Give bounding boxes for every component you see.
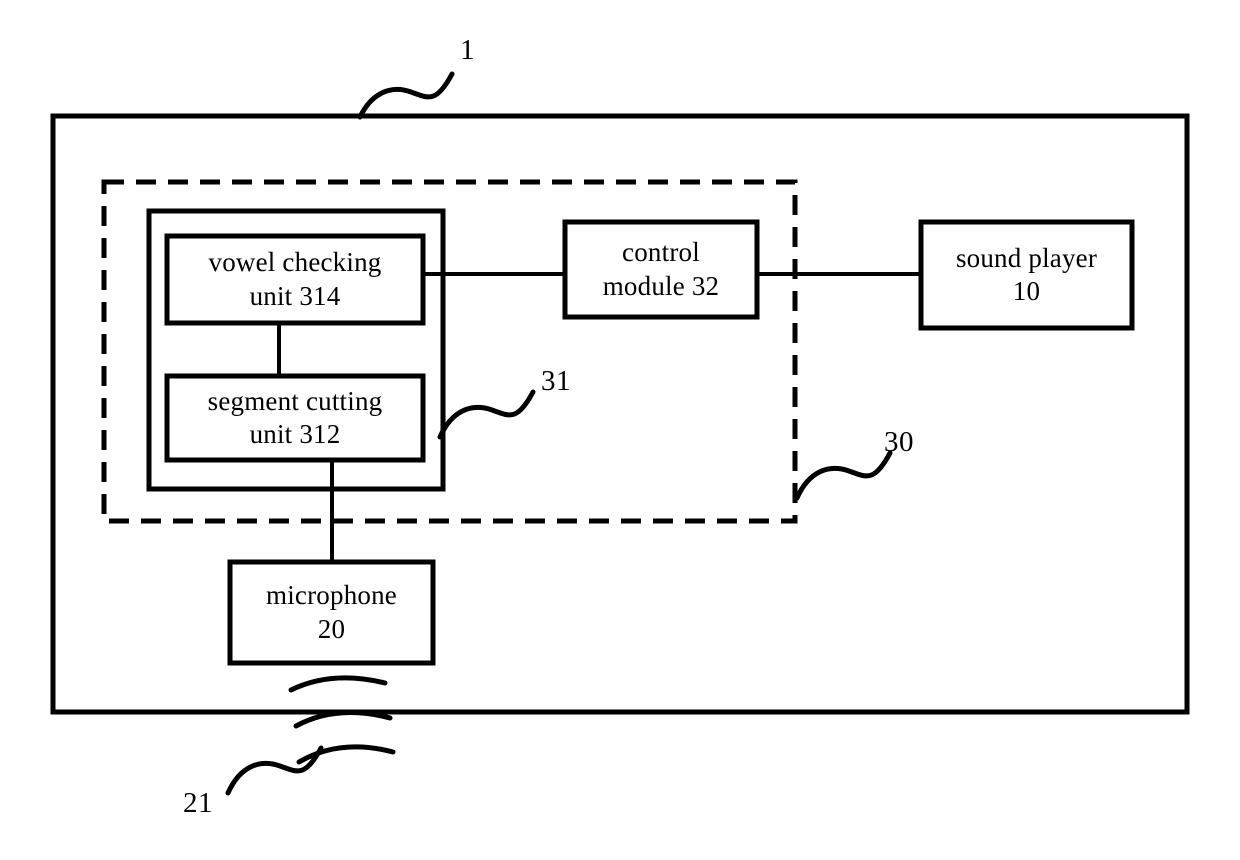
- microphone-box: [227, 559, 436, 666]
- leader-line-ref-30: [794, 450, 893, 501]
- segment-cutting-unit-box: [164, 373, 426, 463]
- leader-line-ref-21: [225, 745, 324, 796]
- reference-numeral-21: 21: [183, 787, 213, 819]
- control-module-box: [562, 219, 760, 320]
- leader-line-ref-1: [357, 71, 455, 120]
- vowel-checking-unit-box: [164, 233, 426, 326]
- reference-numeral-1: 1: [460, 34, 475, 66]
- patent-figure: vowel checking unit 314 segment cutting …: [0, 0, 1240, 860]
- sound-player-box: [918, 219, 1135, 331]
- sound-wave-arc-1: [288, 675, 388, 693]
- diagram-canvas: [50, 71, 1190, 796]
- reference-numeral-31: 31: [541, 365, 571, 397]
- leader-line-ref-31: [437, 389, 536, 440]
- sound-wave-arc-2: [293, 710, 393, 729]
- reference-numeral-30: 30: [884, 426, 914, 458]
